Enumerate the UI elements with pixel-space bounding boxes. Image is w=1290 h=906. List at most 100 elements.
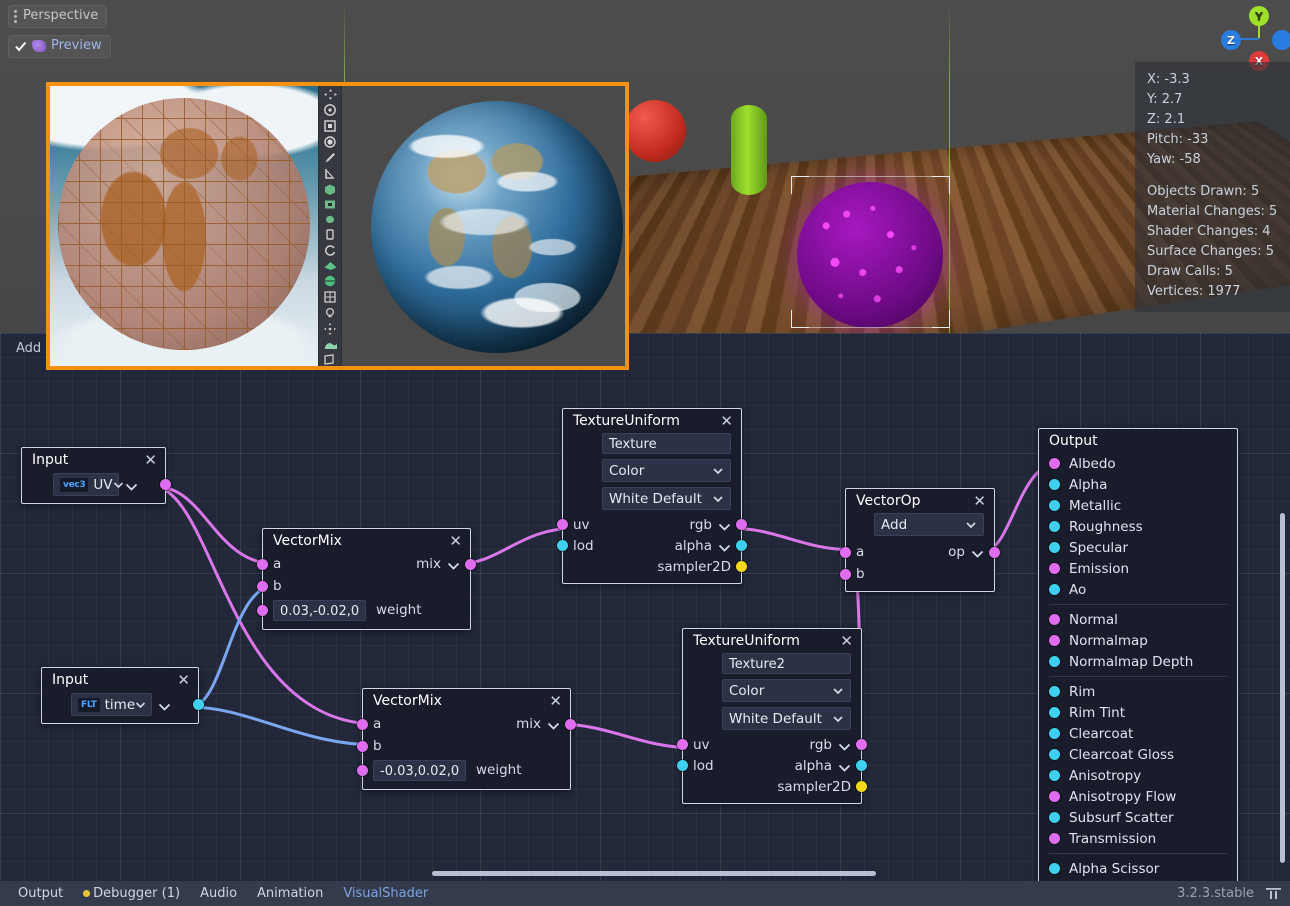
output-port-row[interactable]: Albedo — [1039, 453, 1237, 474]
input-port-lod[interactable] — [557, 540, 568, 551]
node-output[interactable]: Output AlbedoAlphaMetallicRoughnessSpecu… — [1038, 428, 1238, 881]
sphere-tool-icon[interactable] — [321, 274, 339, 288]
output-port-row[interactable]: Clearcoat — [1039, 723, 1237, 744]
node-textureuniform-2-titlebar[interactable]: TextureUniform ✕ — [683, 629, 861, 653]
preview-wireframe-view[interactable] — [50, 86, 318, 366]
input-port-weight[interactable] — [257, 605, 268, 616]
perspective-tool-icon[interactable] — [321, 353, 339, 366]
input-port-dot[interactable] — [1049, 791, 1060, 802]
input-port-dot[interactable] — [1049, 686, 1060, 697]
node-vectorop[interactable]: VectorOp ✕ Add a op — [845, 488, 995, 592]
texture-default-dropdown[interactable]: White Default — [722, 707, 851, 730]
node-vectormix-1[interactable]: VectorMix ✕ a mix b 0.03, — [262, 528, 471, 630]
mesh-tool-icon[interactable] — [321, 338, 339, 351]
port-expand-icon[interactable] — [718, 541, 731, 551]
status-tab-visualshader[interactable]: VisualShader — [333, 886, 438, 901]
scrollbar-thumb[interactable] — [432, 871, 876, 876]
status-tab-animation[interactable]: Animation — [247, 886, 333, 901]
port-expand-icon[interactable] — [547, 719, 560, 729]
input-port-dot[interactable] — [1049, 563, 1060, 574]
output-port-row[interactable]: Rim — [1039, 681, 1237, 702]
input-port-a[interactable] — [840, 547, 851, 558]
gizmo-axis-y[interactable]: Y — [1249, 6, 1269, 26]
light-tool-icon[interactable] — [321, 306, 339, 320]
input-port-dot[interactable] — [1049, 500, 1060, 511]
node-vectormix-2[interactable]: VectorMix ✕ a mix b -0.03 — [362, 688, 571, 790]
layout-toggle-icon[interactable] — [1264, 886, 1282, 902]
input-port-dot[interactable] — [1049, 833, 1060, 844]
output-port-row[interactable]: Subsurf Scatter — [1039, 807, 1237, 828]
input-port-dot[interactable] — [1049, 656, 1060, 667]
port-expand-icon[interactable] — [125, 480, 138, 490]
input-port-b[interactable] — [357, 741, 368, 752]
port-expand-icon[interactable] — [838, 761, 851, 771]
texture-type-dropdown[interactable]: Color — [602, 459, 731, 482]
output-port-mix[interactable] — [565, 719, 576, 730]
target-tool-icon[interactable] — [321, 103, 339, 117]
output-port-row[interactable]: Clearcoat Gloss — [1039, 744, 1237, 765]
output-port-sampler2d[interactable] — [736, 561, 747, 572]
close-icon[interactable]: ✕ — [840, 635, 853, 647]
input-port-lod[interactable] — [677, 760, 688, 771]
output-port-op[interactable] — [989, 547, 1000, 558]
bottom-status-bar[interactable]: OutputDebugger (1)AudioAnimationVisualSh… — [0, 881, 1290, 906]
square-tool-icon[interactable] — [321, 119, 339, 133]
move-gizmo-icon[interactable] — [321, 322, 339, 336]
output-port-row[interactable]: Normalmap — [1039, 630, 1237, 651]
circle-tool-icon[interactable] — [321, 135, 339, 149]
node-input-time[interactable]: Input ✕ FLT time — [41, 667, 199, 724]
node-output-titlebar[interactable]: Output — [1039, 429, 1237, 453]
green-cylinder-object[interactable] — [731, 105, 767, 195]
port-expand-icon[interactable] — [447, 559, 460, 569]
close-icon[interactable]: ✕ — [177, 674, 190, 686]
node-textureuniform-1[interactable]: TextureUniform ✕ Texture Color White Def… — [562, 408, 742, 584]
gizmo-axis-z[interactable]: Z — [1221, 30, 1241, 50]
output-port-row[interactable]: Transmission — [1039, 828, 1237, 849]
graph-horizontal-scrollbar[interactable] — [0, 867, 1290, 879]
port-expand-icon[interactable] — [971, 547, 984, 557]
input-port-weight[interactable] — [357, 765, 368, 776]
output-port-uv[interactable] — [160, 479, 171, 490]
add-node-button[interactable]: Add — [16, 341, 41, 356]
close-icon[interactable]: ✕ — [549, 695, 562, 707]
preview-tool-strip[interactable] — [318, 86, 342, 366]
visual-shader-graph[interactable]: Add Vertex Fragment 20 — [0, 333, 1290, 881]
output-port-sampler2d[interactable] — [856, 781, 867, 792]
output-port-time[interactable] — [193, 699, 204, 710]
output-port-row[interactable]: Normal — [1039, 609, 1237, 630]
status-tab-output[interactable]: Output — [8, 886, 73, 901]
close-icon[interactable]: ✕ — [449, 535, 462, 547]
node-input-uv-titlebar[interactable]: Input ✕ — [22, 448, 165, 472]
node-vectormix-2-titlebar[interactable]: VectorMix ✕ — [363, 689, 570, 713]
output-port-row[interactable]: Metallic — [1039, 495, 1237, 516]
output-port-alpha[interactable] — [856, 760, 867, 771]
input-port-dot[interactable] — [1049, 542, 1060, 553]
shader-preview-window[interactable] — [46, 82, 629, 370]
input-port-dot[interactable] — [1049, 479, 1060, 490]
input-port-dot[interactable] — [1049, 635, 1060, 646]
capsule-tool-icon[interactable] — [321, 213, 339, 226]
texture-type-dropdown[interactable]: Color — [722, 679, 851, 702]
input-port-dot[interactable] — [1049, 458, 1060, 469]
status-tab-debugger-1[interactable]: Debugger (1) — [73, 886, 190, 901]
graph-vertical-scrollbar[interactable] — [1276, 513, 1288, 863]
grid-tool-icon[interactable] — [321, 290, 339, 304]
output-port-row[interactable]: Anisotropy Flow — [1039, 786, 1237, 807]
output-port-row[interactable]: Rim Tint — [1039, 702, 1237, 723]
input-port-a[interactable] — [357, 719, 368, 730]
node-input-time-titlebar[interactable]: Input ✕ — [42, 668, 198, 692]
uniform-name-input[interactable]: Texture2 — [722, 653, 851, 674]
red-sphere-object[interactable] — [624, 100, 686, 162]
input-port-dot[interactable] — [1049, 584, 1060, 595]
output-port-row[interactable]: Specular — [1039, 537, 1237, 558]
operator-dropdown[interactable]: Add — [874, 513, 984, 536]
port-expand-icon[interactable] — [838, 740, 851, 750]
preview-shaded-view[interactable] — [342, 86, 625, 366]
close-icon[interactable]: ✕ — [973, 495, 986, 507]
input-port-dot[interactable] — [1049, 770, 1060, 781]
output-port-row[interactable]: Roughness — [1039, 516, 1237, 537]
node-vectorop-titlebar[interactable]: VectorOp ✕ — [846, 489, 994, 513]
output-port-row[interactable]: Emission — [1039, 558, 1237, 579]
refresh-tool-icon[interactable] — [321, 244, 339, 257]
cylinder-tool-icon[interactable] — [321, 228, 339, 241]
